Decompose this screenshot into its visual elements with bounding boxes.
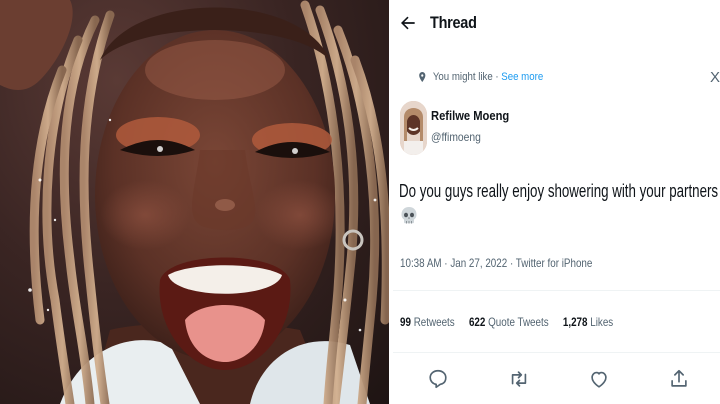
likes-label: Likes — [590, 315, 614, 329]
retweets-label: Retweets — [413, 315, 455, 329]
share-icon[interactable] — [668, 368, 690, 390]
avatar[interactable] — [400, 101, 427, 155]
meta-separator: · — [507, 256, 516, 270]
tweet-actions-bar — [393, 366, 720, 394]
suggestion-label: You might like — [432, 71, 493, 83]
divider — [393, 352, 720, 353]
photo-illustration — [0, 0, 389, 404]
suggestion-row: You might like · See more — [417, 71, 543, 83]
tweet-text: Do you guys really enjoy showering with … — [399, 181, 720, 201]
see-more-link[interactable]: See more — [501, 71, 543, 83]
thread-header: Thread — [393, 0, 720, 46]
retweets-count: 99 — [400, 315, 411, 329]
skull-emoji-icon — [401, 207, 417, 224]
retweet-icon[interactable] — [508, 368, 530, 390]
arrow-left-icon[interactable] — [398, 13, 418, 33]
tweet-thread-panel: Thread You might like · See more X Refil… — [393, 0, 720, 404]
location-pin-icon — [419, 72, 426, 82]
meta-separator: · — [441, 256, 451, 270]
avatar-image — [400, 101, 427, 155]
selfie-photo — [0, 0, 389, 404]
likes-count: 1,278 — [562, 315, 588, 329]
tweet-client: Twitter for iPhone — [515, 256, 593, 270]
tweet-stats: 99 Retweets 622 Quote Tweets 1,278 Likes — [400, 315, 625, 329]
divider — [393, 290, 720, 291]
tweet-date-link[interactable]: Jan 27, 2022 — [450, 256, 507, 270]
tweet-time-link[interactable]: 10:38 AM — [400, 256, 442, 270]
close-icon[interactable]: X — [710, 69, 720, 86]
tweet-timestamp: 10:38 AM · Jan 27, 2022 · Twitter for iP… — [400, 256, 592, 270]
like-icon[interactable] — [588, 368, 610, 390]
quotes-label: Quote Tweets — [488, 315, 549, 329]
suggestion-separator: · — [495, 71, 499, 83]
likes-stat[interactable]: 1,278 Likes — [563, 315, 613, 329]
page-title: Thread — [430, 13, 477, 32]
reply-icon[interactable] — [427, 368, 449, 390]
quotes-count: 622 — [468, 315, 486, 329]
retweets-stat[interactable]: 99 Retweets — [400, 315, 455, 329]
author-name[interactable]: Refilwe Moeng — [431, 108, 509, 123]
author-handle: @ffimoeng — [431, 130, 481, 144]
quote-tweets-stat[interactable]: 622 Quote Tweets — [469, 315, 549, 329]
